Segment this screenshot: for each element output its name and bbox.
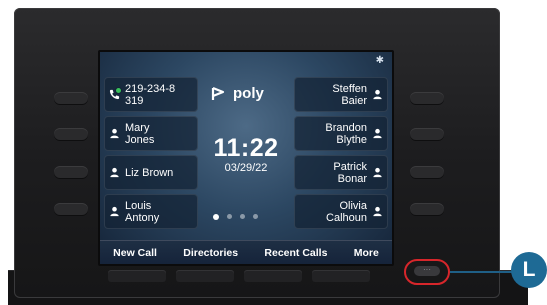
line-key-right-2[interactable]: Brandon Blythe: [294, 116, 388, 151]
line-key-right-4[interactable]: Olivia Calhoun: [294, 194, 388, 229]
logo-text: poly: [233, 85, 264, 102]
softkey-recent-calls[interactable]: Recent Calls: [264, 247, 327, 259]
line-key-right-1[interactable]: Steffen Baier: [294, 77, 388, 112]
page-dot[interactable]: [253, 214, 258, 219]
contact-icon: [372, 89, 383, 100]
page-dot[interactable]: [227, 214, 232, 219]
hardware-line-key-1[interactable]: [54, 92, 88, 104]
softkey-bar: New Call Directories Recent Calls More: [100, 240, 392, 264]
softkey-directories[interactable]: Directories: [183, 247, 238, 259]
line-key-label: 219-234-8 319: [125, 82, 176, 107]
hardware-softkey-1[interactable]: [108, 270, 166, 282]
line-key-label: Louis Antony: [125, 199, 160, 224]
hardware-softkey-3[interactable]: [244, 270, 302, 282]
hardware-softkey-4[interactable]: [312, 270, 370, 282]
phone-line-icon: [109, 87, 122, 100]
bluetooth-icon: ✱: [375, 55, 384, 66]
page-dot-active[interactable]: [213, 213, 219, 220]
clock-time: 11:22: [213, 134, 279, 162]
contact-icon: [109, 206, 120, 217]
contact-icon: [372, 167, 383, 178]
line-key-label: Olivia Calhoun: [326, 199, 367, 224]
softkey-more[interactable]: More: [354, 247, 379, 259]
line-key-label: Patrick Bonar: [333, 160, 367, 185]
line-key-left-1[interactable]: 219-234-8 319: [104, 77, 198, 112]
hardware-line-key-5[interactable]: [410, 92, 444, 104]
hardware-line-key-6[interactable]: [410, 128, 444, 140]
phone-screen: ✱ 219-234-8 319 Mary Jones Liz Brown Lou…: [98, 50, 394, 266]
line-key-label: Steffen Baier: [332, 82, 367, 107]
callout-leader-line: [450, 271, 512, 273]
line-key-left-2[interactable]: Mary Jones: [104, 116, 198, 151]
hardware-line-key-4[interactable]: [54, 203, 88, 215]
callout-badge: L: [511, 252, 547, 288]
clock: 11:22 03/29/22: [206, 134, 286, 174]
poly-logo-icon: [211, 86, 225, 100]
line-key-left-4[interactable]: Louis Antony: [104, 194, 198, 229]
contact-icon: [109, 167, 120, 178]
page-indicator: [213, 213, 258, 220]
hardware-line-key-2[interactable]: [54, 128, 88, 140]
hardware-softkey-2[interactable]: [176, 270, 234, 282]
contact-icon: [109, 128, 120, 139]
page-dot[interactable]: [240, 214, 245, 219]
line-key-right-3[interactable]: Patrick Bonar: [294, 155, 388, 190]
highlight-ring: [404, 259, 450, 285]
hardware-line-key-7[interactable]: [410, 166, 444, 178]
hardware-line-key-3[interactable]: [54, 166, 88, 178]
line-key-label: Mary Jones: [125, 121, 155, 146]
contact-icon: [372, 206, 383, 217]
hardware-line-key-8[interactable]: [410, 203, 444, 215]
poly-logo: poly: [211, 85, 264, 102]
line-key-label: Liz Brown: [125, 166, 174, 179]
line-key-label: Brandon Blythe: [325, 121, 367, 146]
contact-icon: [372, 128, 383, 139]
presence-online-indicator: [115, 87, 122, 94]
clock-date: 03/29/22: [224, 162, 268, 174]
softkey-new-call[interactable]: New Call: [113, 247, 157, 259]
callout-label: L: [522, 258, 536, 281]
line-key-left-3[interactable]: Liz Brown: [104, 155, 198, 190]
